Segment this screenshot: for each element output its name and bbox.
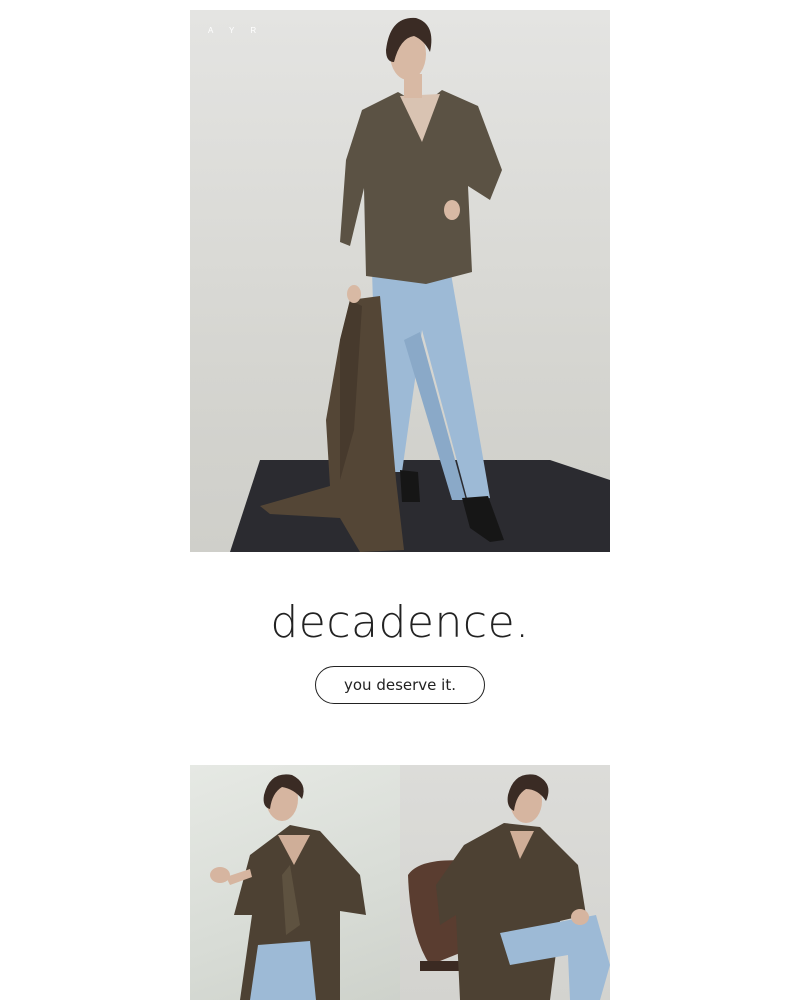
gallery-image-left[interactable] bbox=[190, 765, 400, 1000]
hero-photo-illustration bbox=[230, 17, 610, 552]
gallery-image-right[interactable] bbox=[400, 765, 610, 1000]
model-in-long-coat-photo-illustration bbox=[210, 774, 366, 1000]
cta-button[interactable]: you deserve it. bbox=[315, 666, 485, 704]
email-page: A Y R decadence. you deserve it. bbox=[0, 0, 800, 1000]
model-seated-in-chair-photo-illustration bbox=[408, 774, 610, 1000]
hero-image[interactable]: A Y R bbox=[190, 10, 610, 552]
headline-title: decadence. bbox=[270, 597, 530, 648]
